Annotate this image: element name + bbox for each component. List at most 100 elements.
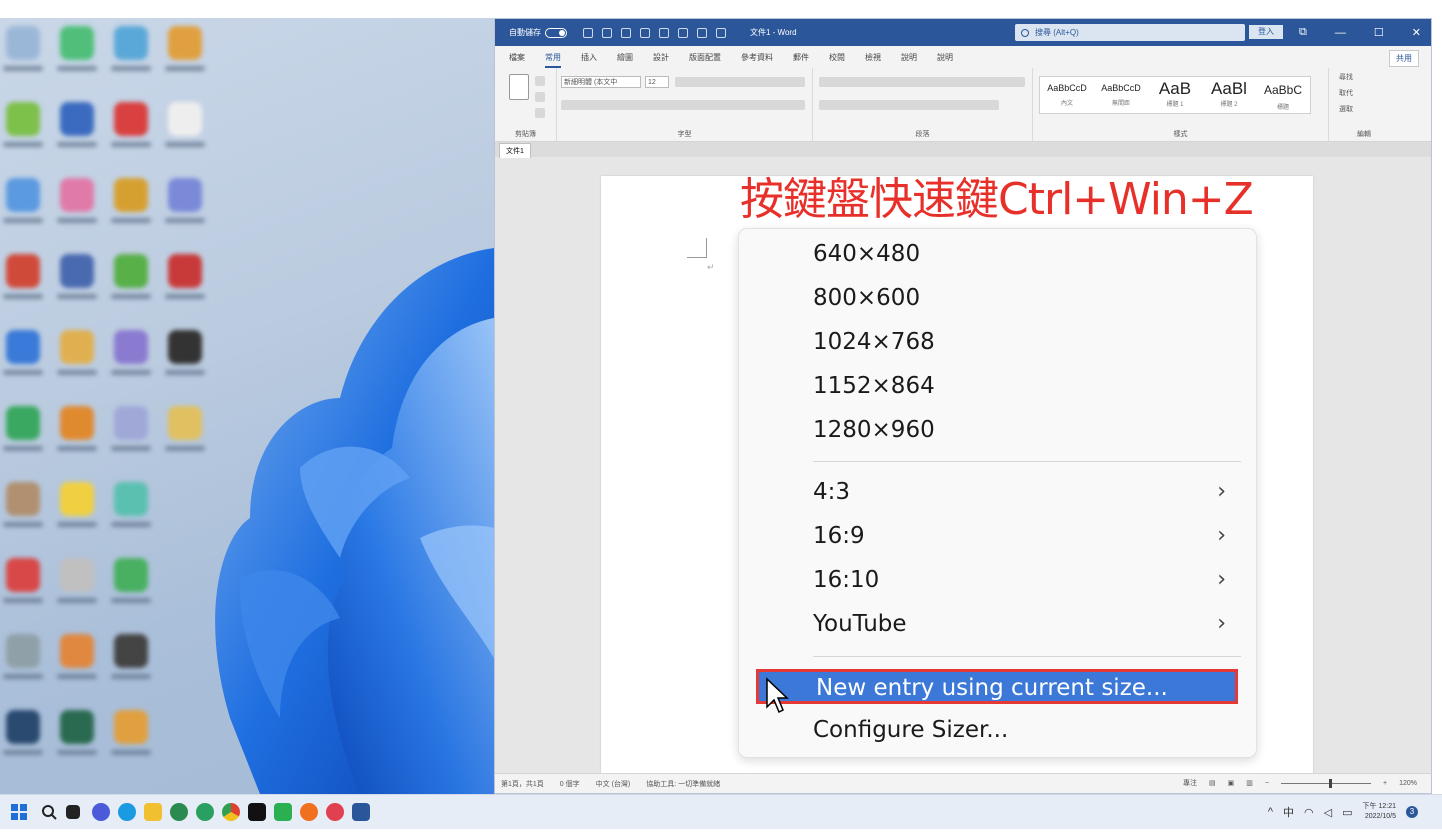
font-tools-row[interactable] <box>675 77 805 87</box>
desktop-icon[interactable] <box>54 710 100 755</box>
maximize-icon[interactable]: ☐ <box>1374 26 1384 39</box>
app-icon[interactable] <box>326 803 344 821</box>
notification-badge[interactable]: 3 <box>1406 806 1418 818</box>
desktop-icon[interactable] <box>0 330 46 375</box>
desktop-icon[interactable] <box>0 482 46 527</box>
menu-item-new-entry[interactable]: New entry using current size... <box>756 669 1238 704</box>
customize-icon[interactable] <box>716 27 726 38</box>
input-method-indicator[interactable]: 中 <box>1283 804 1294 820</box>
desktop-icon[interactable] <box>108 406 154 451</box>
font-size-select[interactable]: 12 <box>645 76 669 88</box>
accessibility-status[interactable]: 協助工具: 一切準備就緒 <box>646 779 720 789</box>
menu-item-size-1152x864[interactable]: 1152×864 <box>739 366 1258 406</box>
search-icon[interactable] <box>40 803 58 821</box>
desktop-icon[interactable] <box>108 710 154 755</box>
close-icon[interactable]: ✕ <box>1412 26 1421 39</box>
font-name-select[interactable]: 新細明體 (本文中 <box>561 76 641 88</box>
style-heading-2[interactable]: AaBl 標題 2 <box>1202 77 1256 113</box>
page-count[interactable]: 第1頁，共1頁 <box>501 779 544 789</box>
language-status[interactable]: 中文 (台灣) <box>596 779 631 789</box>
file-explorer-icon[interactable] <box>144 803 162 821</box>
chevron-up-icon[interactable]: ^ <box>1268 806 1273 818</box>
doc-tab[interactable]: 文件1 <box>499 143 531 159</box>
desktop-icon[interactable] <box>162 26 208 71</box>
spotify-icon[interactable] <box>170 803 188 821</box>
desktop-icon[interactable] <box>0 26 46 71</box>
autosave-control[interactable]: 自動儲存 <box>509 27 567 38</box>
desktop-icon[interactable] <box>0 102 46 147</box>
copy-icon[interactable] <box>535 92 545 102</box>
alignment-row[interactable] <box>819 100 999 110</box>
preview-icon[interactable] <box>678 27 688 38</box>
desktop-icon[interactable] <box>54 406 100 451</box>
tab-help[interactable]: 說明 <box>937 52 953 68</box>
desktop-icon[interactable] <box>0 710 46 755</box>
share-button[interactable]: 共用 <box>1389 50 1419 67</box>
style-normal[interactable]: AaBbCcD 內文 <box>1040 77 1094 113</box>
firefox-icon[interactable] <box>300 803 318 821</box>
replace-button[interactable]: 取代 <box>1339 88 1353 98</box>
style-title[interactable]: AaBbC 標題 <box>1256 77 1310 113</box>
paste-icon[interactable] <box>509 74 529 100</box>
table-icon[interactable] <box>697 27 707 38</box>
desktop-icon[interactable] <box>54 330 100 375</box>
select-button[interactable]: 選取 <box>1339 104 1353 114</box>
menu-item-size-1280x960[interactable]: 1280×960 <box>739 410 1258 450</box>
desktop-icon[interactable] <box>54 178 100 223</box>
cut-icon[interactable] <box>535 76 545 86</box>
task-view-icon[interactable] <box>66 805 80 819</box>
undo-icon[interactable] <box>602 27 612 38</box>
print-layout-icon[interactable]: ▣ <box>1228 779 1235 787</box>
tab-view[interactable]: 檢視 <box>865 52 881 68</box>
desktop-icon[interactable] <box>54 634 100 679</box>
tab-file[interactable]: 檔案 <box>509 52 525 68</box>
desktop-icon[interactable] <box>0 254 46 299</box>
desktop-icon[interactable] <box>54 558 100 603</box>
desktop-icon[interactable] <box>108 634 154 679</box>
zoom-out-icon[interactable]: − <box>1265 780 1269 787</box>
line-icon[interactable] <box>274 803 292 821</box>
menu-item-ratio-4-3[interactable]: 4:3 › <box>739 472 1258 512</box>
tab-draw[interactable]: 繪圖 <box>617 52 633 68</box>
menu-item-size-640x480[interactable]: 640×480 <box>739 234 1258 274</box>
desktop-icon[interactable] <box>162 330 208 375</box>
netflix-icon[interactable] <box>248 803 266 821</box>
wifi-icon[interactable]: ◠ <box>1304 806 1314 819</box>
find-button[interactable]: 尋找 <box>1339 72 1353 82</box>
desktop-icon[interactable] <box>0 634 46 679</box>
search-box[interactable]: 搜尋 (Alt+Q) <box>1015 24 1245 41</box>
zoom-slider[interactable] <box>1281 778 1371 788</box>
edge-icon[interactable] <box>118 803 136 821</box>
chrome-icon[interactable] <box>222 803 240 821</box>
focus-button[interactable]: 專注 <box>1183 778 1197 788</box>
desktop-icon[interactable] <box>108 102 154 147</box>
desktop-icon[interactable] <box>162 102 208 147</box>
font-format-row[interactable] <box>561 100 805 110</box>
xbox-icon[interactable] <box>196 803 214 821</box>
volume-icon[interactable]: ◁ <box>1324 806 1332 819</box>
desktop-icon[interactable] <box>162 178 208 223</box>
desktop-icon[interactable] <box>108 26 154 71</box>
tab-insert[interactable]: 插入 <box>581 52 597 68</box>
menu-item-youtube[interactable]: YouTube › <box>739 604 1258 644</box>
new-doc-icon[interactable] <box>640 27 650 38</box>
print-icon[interactable] <box>659 27 669 38</box>
word-count[interactable]: 0 個字 <box>560 779 580 789</box>
desktop-icon[interactable] <box>108 482 154 527</box>
desktop-icon[interactable] <box>54 254 100 299</box>
tab-layout[interactable]: 版面配置 <box>689 52 721 68</box>
zoom-in-icon[interactable]: + <box>1383 780 1387 787</box>
format-painter-icon[interactable] <box>535 108 545 118</box>
menu-item-ratio-16-9[interactable]: 16:9 › <box>739 516 1258 556</box>
menu-item-size-1024x768[interactable]: 1024×768 <box>739 322 1258 362</box>
desktop-icon[interactable] <box>162 254 208 299</box>
desktop-icon[interactable] <box>108 330 154 375</box>
clock[interactable]: 下午 12:21 2022/10/5 <box>1363 802 1396 822</box>
redo-icon[interactable] <box>621 27 631 38</box>
desktop-icon[interactable] <box>108 558 154 603</box>
tab-review[interactable]: 校閱 <box>829 52 845 68</box>
read-mode-icon[interactable]: ▤ <box>1209 779 1216 787</box>
desktop-icon[interactable] <box>108 254 154 299</box>
word-taskbar-icon[interactable] <box>352 803 370 821</box>
tab-office[interactable]: 說明 <box>901 52 917 68</box>
